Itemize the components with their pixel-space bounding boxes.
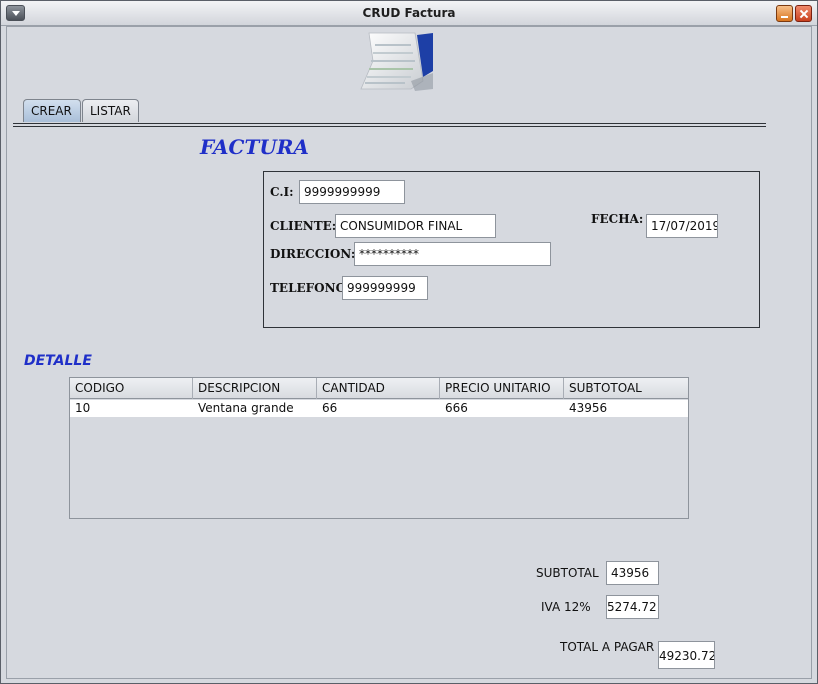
detail-table[interactable]: CODIGO DESCRIPCION CANTIDAD PRECIO UNITA… (69, 377, 689, 519)
column-header-descripcion[interactable]: DESCRIPCION (193, 378, 317, 399)
total-label: TOTAL A PAGAR (560, 640, 655, 654)
detalle-heading: DETALLE (24, 353, 92, 369)
cell-cantidad[interactable]: 66 (317, 400, 440, 417)
direccion-field[interactable]: ********** (354, 242, 551, 266)
window-title: CRUD Factura (362, 6, 456, 20)
tab-divider (13, 123, 766, 124)
cell-descripcion[interactable]: Ventana grande (193, 400, 317, 417)
iva-label: IVA 12% (541, 600, 591, 614)
cell-codigo[interactable]: 10 (70, 400, 193, 417)
ci-field[interactable]: 9999999999 (299, 180, 405, 204)
client-info-panel: C.I: 9999999999 CLIENTE: CONSUMIDOR FINA… (263, 171, 760, 328)
table-header: CODIGO DESCRIPCION CANTIDAD PRECIO UNITA… (70, 378, 688, 399)
direccion-label: DIRECCION: (270, 247, 356, 261)
fecha-field[interactable]: 17/07/2019 (646, 214, 718, 238)
factura-heading: FACTURA (200, 135, 309, 159)
title-bar[interactable]: CRUD Factura (1, 1, 817, 26)
minimize-button[interactable] (776, 5, 793, 22)
tab-divider (13, 126, 766, 127)
cliente-field[interactable]: CONSUMIDOR FINAL (335, 214, 496, 238)
cliente-label: CLIENTE: (270, 219, 337, 233)
ci-label: C.I: (270, 185, 294, 199)
cell-subtotal[interactable]: 43956 (564, 400, 688, 417)
cell-precio-unitario[interactable]: 666 (440, 400, 564, 417)
column-header-cantidad[interactable]: CANTIDAD (317, 378, 440, 399)
tab-crear[interactable]: CREAR (23, 99, 81, 122)
iva-field[interactable]: 5274.72 (606, 595, 659, 619)
column-header-precio-unitario[interactable]: PRECIO UNITARIO (440, 378, 564, 399)
close-button[interactable] (795, 5, 812, 22)
invoice-logo-icon (360, 32, 433, 91)
main-panel: CREAR LISTAR FACTURA C.I: 9999999999 CLI… (6, 26, 812, 679)
table-row[interactable]: 10 Ventana grande 66 666 43956 (70, 400, 688, 417)
telefono-field[interactable]: 999999999 (342, 276, 428, 300)
subtotal-field[interactable]: 43956 (606, 561, 659, 585)
telefono-label: TELEFONO: (270, 281, 351, 295)
app-window: CRUD Factura CREAR LISTAR FACTURA C.I: 9… (0, 0, 818, 684)
total-field[interactable]: 49230.72 (658, 641, 715, 669)
column-header-codigo[interactable]: CODIGO (70, 378, 193, 399)
column-header-subtotal[interactable]: SUBTOTOAL (564, 378, 688, 399)
fecha-label: FECHA: (591, 212, 644, 226)
subtotal-label: SUBTOTAL (536, 566, 599, 580)
tab-listar[interactable]: LISTAR (82, 99, 139, 122)
